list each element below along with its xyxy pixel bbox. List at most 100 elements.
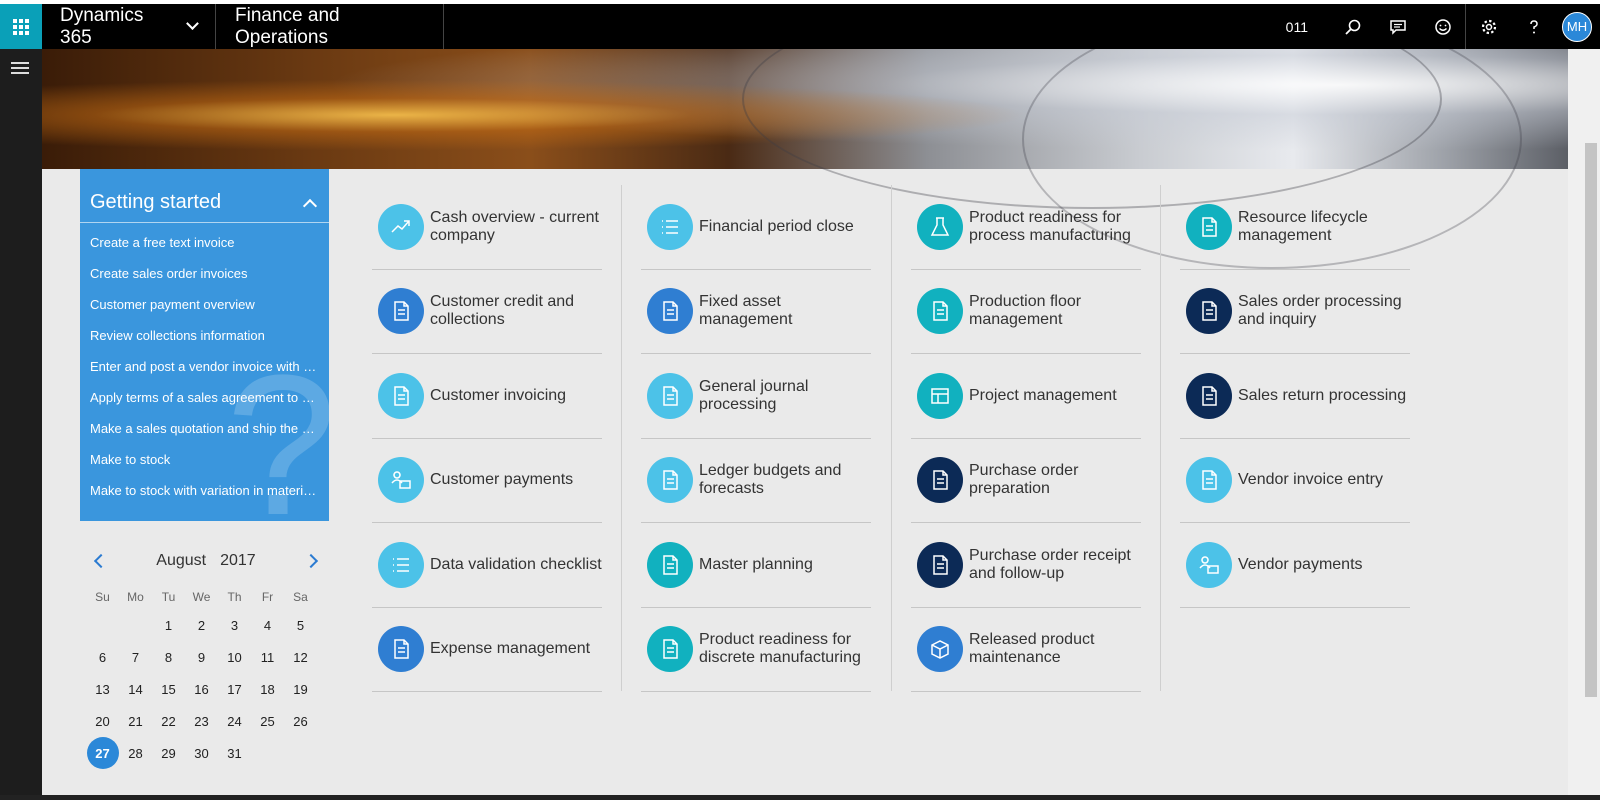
calendar-day[interactable]: 24: [218, 705, 251, 737]
workspace-tile[interactable]: Vendor invoice entry: [1180, 439, 1410, 523]
getting-started-links: Create a free text invoice Create sales o…: [80, 223, 329, 512]
calendar-day[interactable]: 23: [185, 705, 218, 737]
calendar-day[interactable]: 15: [152, 673, 185, 705]
calendar-day[interactable]: 12: [284, 641, 317, 673]
calendar-day[interactable]: 25: [251, 705, 284, 737]
calendar-day[interactable]: 10: [218, 641, 251, 673]
chevron-up-icon[interactable]: [302, 198, 318, 213]
workspace-tile[interactable]: Customer invoicing: [372, 354, 602, 439]
calendar-day[interactable]: 5: [284, 609, 317, 641]
getting-started-link[interactable]: Make to stock with variation in materia.…: [90, 481, 329, 512]
workspace-tile[interactable]: Vendor payments: [1180, 523, 1410, 608]
workspace-tile[interactable]: Data validation checklist: [372, 523, 602, 608]
calendar-day[interactable]: 14: [119, 673, 152, 705]
workspace-tile[interactable]: Ledger budgets and forecasts: [641, 439, 871, 523]
getting-started-link[interactable]: Create sales order invoices: [90, 264, 329, 295]
getting-started-link[interactable]: Make a sales quotation and ship the or..…: [90, 419, 329, 450]
getting-started-link[interactable]: Enter and post a vendor invoice with m..…: [90, 357, 329, 388]
calendar-day[interactable]: 19: [284, 673, 317, 705]
previous-month-icon[interactable]: [93, 553, 109, 569]
calendar-grid: Su Mo Tu We Th Fr Sa 1 2 3 4 5 6 7 8 9 10 11 12 13 14 15 16 17 1…: [86, 585, 326, 769]
getting-started-link[interactable]: Apply terms of a sales agreement to a ..…: [90, 388, 329, 419]
module-title: Finance and Operations: [216, 4, 444, 49]
flask-icon: [917, 203, 963, 250]
tile-label: Vendor invoice entry: [1238, 471, 1383, 489]
user-avatar[interactable]: MH: [1562, 11, 1592, 42]
workspace-tile[interactable]: Financial period close: [641, 185, 871, 270]
sales-return-icon: [1186, 372, 1232, 419]
calendar-day[interactable]: 20: [86, 705, 119, 737]
workspace-tile[interactable]: Production floor management: [911, 270, 1141, 354]
tile-label: Fixed asset management: [699, 293, 793, 329]
calendar-day[interactable]: 21: [119, 705, 152, 737]
calendar-day[interactable]: 28: [119, 737, 152, 769]
tile-label: Purchase order preparation: [969, 462, 1079, 498]
calendar-day[interactable]: 29: [152, 737, 185, 769]
workspace-tile[interactable]: Sales order processing and inquiry: [1180, 270, 1410, 354]
getting-started-panel: Getting started Create a free text invoi…: [80, 169, 329, 521]
calendar-day[interactable]: 31: [218, 737, 251, 769]
tile-label: Expense management: [430, 640, 591, 658]
calendar-day[interactable]: 17: [218, 673, 251, 705]
calendar-day[interactable]: 9: [185, 641, 218, 673]
messages-button[interactable]: [1375, 4, 1420, 49]
workspace-tile[interactable]: Customer credit and collections: [372, 270, 602, 354]
calendar-day[interactable]: 7: [119, 641, 152, 673]
app-launcher-button[interactable]: [0, 4, 42, 49]
workspace-tile[interactable]: Fixed asset management: [641, 270, 871, 354]
calendar-day[interactable]: 1: [152, 609, 185, 641]
calendar-day[interactable]: 8: [152, 641, 185, 673]
tile-label: Sales return processing: [1238, 386, 1407, 404]
company-picker[interactable]: 011: [1286, 19, 1308, 35]
calendar-day-today[interactable]: 27: [86, 737, 119, 769]
calendar-day[interactable]: 16: [185, 673, 218, 705]
workspace-tile[interactable]: General journal processing: [641, 354, 871, 439]
weekday-label: Su: [95, 590, 110, 604]
help-button[interactable]: [1511, 4, 1556, 49]
workspace-tile[interactable]: Project management: [911, 354, 1141, 439]
calendar-day[interactable]: 13: [86, 673, 119, 705]
workspace-tile[interactable]: Released product maintenance: [911, 608, 1141, 692]
workspace-tile[interactable]: Product readiness for discrete manufactu…: [641, 608, 871, 692]
getting-started-link[interactable]: Make to stock: [90, 450, 329, 481]
calendar-day[interactable]: 22: [152, 705, 185, 737]
brand-menu[interactable]: Dynamics 365: [42, 4, 216, 49]
workspace-tile[interactable]: Expense management: [372, 608, 602, 692]
weekday-label: Fr: [261, 590, 274, 604]
calendar-year: 2017: [220, 552, 256, 569]
calendar-day[interactable]: 26: [284, 705, 317, 737]
calendar-day[interactable]: 18: [251, 673, 284, 705]
calendar-day[interactable]: 6: [86, 641, 119, 673]
invoice-icon: [378, 372, 424, 419]
calendar-day[interactable]: 4: [251, 609, 284, 641]
workspace-tile[interactable]: Purchase order receipt and follow-up: [911, 523, 1141, 608]
getting-started-link[interactable]: Create a free text invoice: [90, 233, 329, 264]
feedback-button[interactable]: [1420, 4, 1465, 49]
calendar-day[interactable]: 2: [185, 609, 218, 641]
calendar-day[interactable]: 3: [218, 609, 251, 641]
scrollbar-thumb[interactable]: [1585, 143, 1597, 697]
calendar-day[interactable]: 30: [185, 737, 218, 769]
workspace-tile[interactable]: Product readiness for process manufactur…: [911, 185, 1141, 270]
chevron-down-icon: [186, 17, 199, 30]
settings-button[interactable]: [1466, 4, 1511, 49]
tile-label: Project management: [969, 386, 1117, 404]
calendar: August 2017 Su Mo Tu We Th Fr Sa 1 2 3 4 5 6 7 8 9 10 11 12…: [86, 549, 326, 769]
getting-started-link[interactable]: Review collections information: [90, 326, 329, 357]
workspace-tile[interactable]: Customer payments: [372, 439, 602, 523]
waffle-icon: [13, 18, 29, 35]
workspace-tile[interactable]: Resource lifecycle management: [1180, 185, 1410, 270]
workspace-tile[interactable]: Purchase order preparation: [911, 439, 1141, 523]
hamburger-menu-icon[interactable]: [11, 62, 29, 77]
vendor-invoice-icon: [1186, 457, 1232, 504]
tile-column-2: Financial period close Fixed asset manage…: [641, 185, 871, 692]
workspace-tile[interactable]: Sales return processing: [1180, 354, 1410, 439]
workspace-tile[interactable]: Master planning: [641, 523, 871, 608]
purchase-prep-icon: [917, 457, 963, 504]
calendar-day[interactable]: 11: [251, 641, 284, 673]
workspace-tile[interactable]: Cash overview - current company: [372, 185, 602, 270]
getting-started-link[interactable]: Customer payment overview: [90, 295, 329, 326]
next-month-icon[interactable]: [303, 553, 319, 569]
asset-icon: [647, 288, 693, 335]
search-button[interactable]: [1330, 4, 1375, 49]
